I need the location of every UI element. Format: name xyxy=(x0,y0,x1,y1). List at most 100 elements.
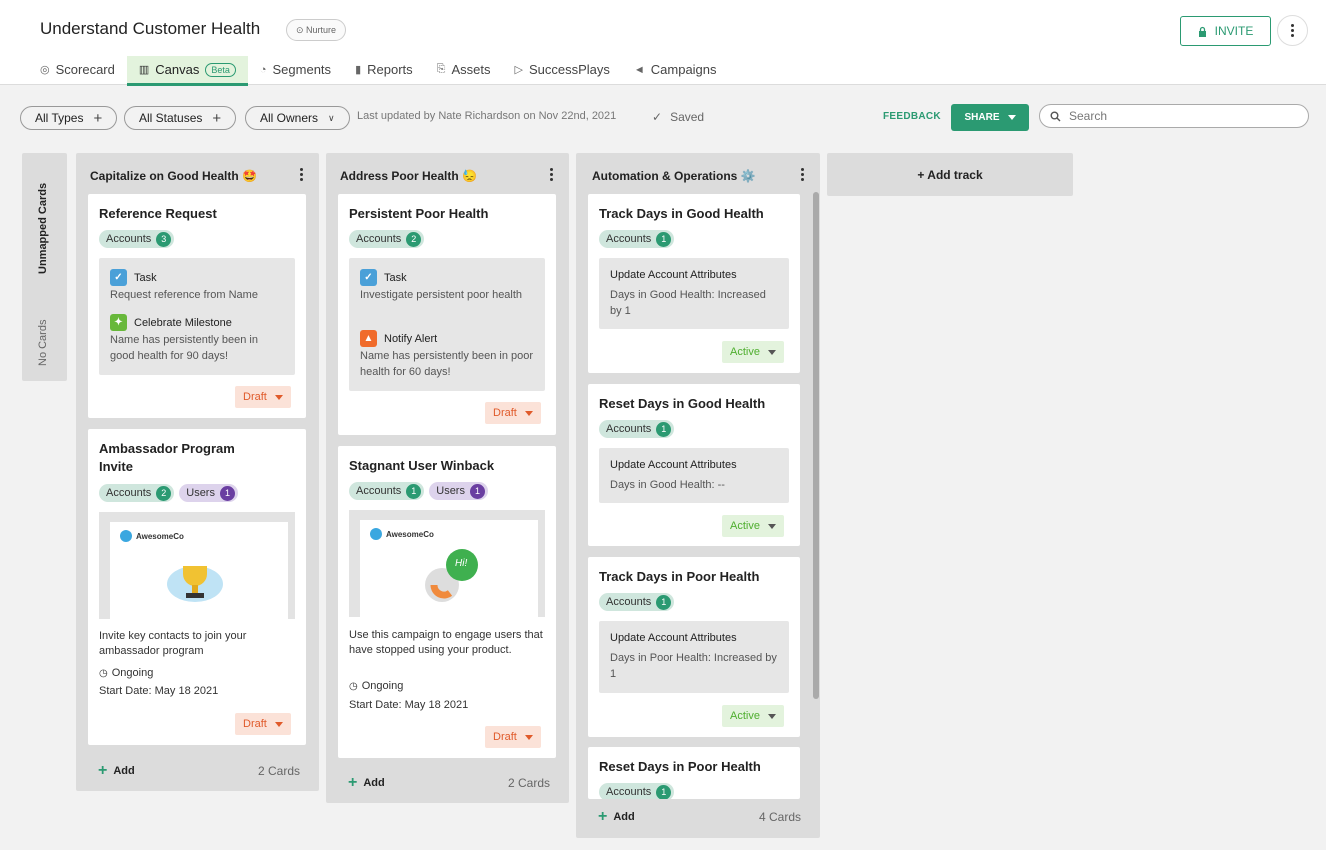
card-track-days-poor-health[interactable]: Track Days in Poor Health Accounts1 »Upd… xyxy=(588,557,800,737)
caret-down-icon xyxy=(767,349,776,355)
schedule-info: ◷ Ongoing xyxy=(99,667,154,679)
add-card-button[interactable]: + Add xyxy=(98,762,135,780)
kebab-icon xyxy=(1291,24,1294,37)
status-dropdown[interactable]: Active xyxy=(722,515,784,537)
unmapped-cards-panel[interactable]: Unmapped Cards No Cards xyxy=(22,153,67,381)
card-reference-request[interactable]: Reference Request Accounts 3 ✓ Task Reques… xyxy=(88,194,306,418)
actions-box: »Update Account Attributes Days in Poor … xyxy=(599,621,789,693)
status-dropdown[interactable]: Draft xyxy=(485,726,541,748)
tab-scorecard[interactable]: ◎ Scorecard xyxy=(40,56,127,83)
all-owners-filter[interactable]: All Owners ∨ xyxy=(245,106,350,130)
campaign-preview-image: AwesomeCo xyxy=(99,512,295,619)
lock-small-icon: ⊙ xyxy=(296,25,307,35)
accounts-tag: Accounts 1 xyxy=(599,593,675,611)
caret-down-icon xyxy=(1007,115,1016,120)
track-footer: + Add 2 Cards xyxy=(98,762,300,780)
card-persistent-poor-health[interactable]: Persistent Poor Health Accounts 2 ✓ Task I… xyxy=(338,194,556,435)
add-track-button[interactable]: + Add track xyxy=(827,153,1073,196)
tab-segments[interactable]: ◔ Segments xyxy=(248,56,343,83)
tab-campaigns[interactable]: ◄ Campaigns xyxy=(622,56,729,83)
feedback-link[interactable]: FEEDBACK xyxy=(883,111,941,122)
track-footer: + Add 2 Cards xyxy=(348,774,550,792)
card-stagnant-user-winback[interactable]: Stagnant User Winback Accounts 1 Users 1 A… xyxy=(338,446,556,758)
company-logo: AwesomeCo xyxy=(120,530,184,542)
status-dropdown[interactable]: Draft xyxy=(485,402,541,424)
saved-status: ✓ Saved xyxy=(652,110,705,124)
last-updated-text: Last updated by Nate Richardson on Nov 2… xyxy=(357,110,617,122)
actions-box: ✓ Task Investigate persistent poor health… xyxy=(349,258,545,391)
tab-reports[interactable]: ▮ Reports xyxy=(343,56,425,83)
track-address-poor-health: Address Poor Health 😓 Persistent Poor He… xyxy=(326,153,569,803)
card-title: Ambassador Program Invite xyxy=(99,441,235,474)
status-dropdown[interactable]: Active xyxy=(722,341,784,363)
search-box[interactable] xyxy=(1039,104,1309,128)
track-title: Address Poor Health 😓 xyxy=(340,169,477,183)
kebab-icon[interactable] xyxy=(550,168,553,181)
status-dropdown[interactable]: Draft xyxy=(235,386,291,408)
kebab-icon[interactable] xyxy=(801,168,804,181)
status-dropdown[interactable]: Draft xyxy=(235,713,291,735)
caret-down-icon xyxy=(767,713,776,719)
card-title: Track Days in Poor Health xyxy=(599,569,760,584)
actions-box: ✓ Task Request reference from Name ✦ Celeb… xyxy=(99,258,295,375)
canvas-icon: ▥ xyxy=(138,64,150,76)
accounts-tag: Accounts 1 xyxy=(599,783,675,799)
plus-icon: + xyxy=(98,762,108,779)
action-item: ✦ Celebrate Milestone xyxy=(110,314,232,331)
scorecard-icon: ◎ xyxy=(40,64,50,76)
card-ambassador-invite[interactable]: Ambassador Program Invite Accounts 2 User… xyxy=(88,429,306,745)
track-title: Capitalize on Good Health 🤩 xyxy=(90,169,257,183)
share-button[interactable]: SHARE xyxy=(951,104,1029,131)
tab-assets[interactable]: ⎘ Assets xyxy=(425,56,503,83)
nurture-badge: ⊙ Nurture xyxy=(286,19,347,41)
start-date: Start Date: May 18 2021 xyxy=(349,699,469,711)
start-date: Start Date: May 18 2021 xyxy=(99,685,219,697)
all-statuses-filter[interactable]: All Statuses + xyxy=(124,106,237,130)
card-count: 4 Cards xyxy=(758,810,801,824)
card-title: Reset Days in Good Health xyxy=(599,396,766,411)
card-title: Reset Days in Poor Health xyxy=(599,759,761,774)
track-footer: + Add 4 Cards xyxy=(598,808,801,826)
all-types-filter[interactable]: All Types + xyxy=(20,106,118,130)
card-reset-days-good-health[interactable]: Reset Days in Good Health Accounts1 »Upd… xyxy=(588,384,800,546)
clock-icon: ◷ xyxy=(349,680,358,692)
assets-icon: ⎘ xyxy=(436,63,446,75)
card-count: 2 Cards xyxy=(257,764,300,778)
beta-badge: Beta xyxy=(205,62,236,77)
action-item: »Update Account Attributes xyxy=(610,632,737,644)
actions-box: »Update Account Attributes Days in Good … xyxy=(599,448,789,503)
accounts-tag: Accounts 2 xyxy=(99,484,175,502)
plus-icon: + xyxy=(598,808,608,825)
tab-successplays[interactable]: ▷ SuccessPlays xyxy=(502,56,621,83)
company-logo: AwesomeCo xyxy=(370,528,434,540)
plus-icon: + xyxy=(93,109,103,127)
card-description: Use this campaign to engage users that h… xyxy=(349,629,543,656)
more-options-button[interactable] xyxy=(1277,15,1308,46)
invite-button[interactable]: INVITE xyxy=(1180,16,1271,46)
track-scrollbar[interactable] xyxy=(813,192,819,699)
action-item: ▲ Notify Alert xyxy=(360,330,437,347)
chat-bubble-icon xyxy=(425,549,478,602)
actions-box: »Update Account Attributes Days in Good … xyxy=(599,258,789,329)
add-card-button[interactable]: + Add xyxy=(598,808,635,826)
caret-down-icon xyxy=(274,394,283,400)
check-icon: ✓ xyxy=(652,110,663,124)
card-reset-days-poor-health[interactable]: Reset Days in Poor Health Accounts 1 xyxy=(588,747,800,799)
tab-bar: ◎ Scorecard ▥ Canvas Beta ◔ Segments ▮ Report… xyxy=(40,56,729,86)
caret-down-icon xyxy=(524,410,533,416)
lock-icon xyxy=(1198,26,1206,37)
accounts-tag: Accounts 2 xyxy=(349,230,425,248)
users-tag: Users 1 xyxy=(179,484,238,502)
task-icon: ✓ xyxy=(110,269,127,286)
action-item: ✓ Task xyxy=(360,269,407,286)
tab-canvas[interactable]: ▥ Canvas Beta xyxy=(126,56,248,86)
card-track-days-good-health[interactable]: Track Days in Good Health Accounts1 »Upd… xyxy=(588,194,800,373)
add-card-button[interactable]: + Add xyxy=(348,774,385,792)
search-input[interactable] xyxy=(1069,109,1289,123)
chevron-down-icon: ∨ xyxy=(328,112,335,123)
status-dropdown[interactable]: Active xyxy=(722,705,784,727)
accounts-tag: Accounts 1 xyxy=(599,420,675,438)
no-cards-text: No Cards xyxy=(37,319,49,366)
kebab-icon[interactable] xyxy=(300,168,303,181)
card-title: Stagnant User Winback xyxy=(349,458,495,473)
